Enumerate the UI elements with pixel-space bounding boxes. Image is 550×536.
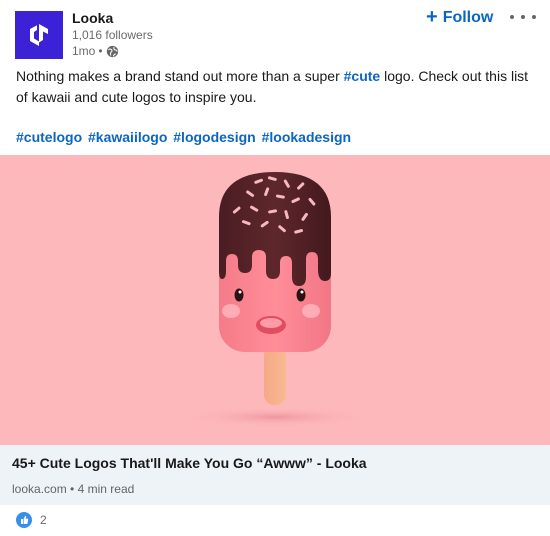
company-logo[interactable] — [15, 11, 63, 59]
link-preview-image[interactable] — [0, 155, 550, 445]
post-card: Looka 1,016 followers 1mo • + Follow Not… — [0, 0, 550, 536]
link-preview[interactable]: 45+ Cute Logos That'll Make You Go “Awww… — [0, 445, 550, 505]
hashtag-link[interactable]: #cute — [344, 68, 381, 84]
looka-logo-icon — [30, 24, 48, 46]
popsicle-illustration — [181, 172, 371, 427]
link-meta: looka.com • 4 min read — [12, 482, 134, 496]
hashtag-link[interactable]: #logodesign — [173, 129, 255, 145]
hashtag-list: #cutelogo #kawaiilogo #logodesign #looka… — [16, 127, 353, 148]
post-text-before: Nothing makes a brand stand out more tha… — [16, 68, 344, 84]
link-read-time: 4 min read — [77, 482, 135, 496]
author-name[interactable]: Looka — [72, 10, 113, 26]
hashtag-link[interactable]: #cutelogo — [16, 129, 82, 145]
more-options-button[interactable] — [510, 7, 536, 27]
meta-separator: • — [98, 44, 103, 58]
social-counts[interactable]: 2 — [16, 512, 47, 528]
post-header: Looka 1,016 followers 1mo • + Follow — [0, 0, 550, 64]
link-source: looka.com — [12, 482, 67, 496]
ellipsis-icon — [532, 15, 536, 19]
follow-label: Follow — [442, 9, 494, 26]
link-meta-separator: • — [70, 482, 75, 496]
hashtag-link[interactable]: #kawaiilogo — [88, 129, 167, 145]
hashtag-link[interactable]: #lookadesign — [262, 129, 351, 145]
ellipsis-icon — [510, 15, 514, 19]
reaction-count: 2 — [40, 513, 47, 527]
globe-icon — [106, 45, 118, 57]
plus-icon: + — [426, 6, 438, 28]
follow-button[interactable]: + Follow — [426, 6, 493, 30]
ellipsis-icon — [521, 15, 525, 19]
like-icon — [16, 512, 32, 528]
post-body: Nothing makes a brand stand out more tha… — [16, 66, 536, 108]
post-time: 1mo — [72, 44, 96, 58]
follower-count: 1,016 followers — [72, 28, 153, 42]
link-title: 45+ Cute Logos That'll Make You Go “Awww… — [12, 455, 367, 471]
post-meta: 1mo • — [72, 44, 119, 58]
